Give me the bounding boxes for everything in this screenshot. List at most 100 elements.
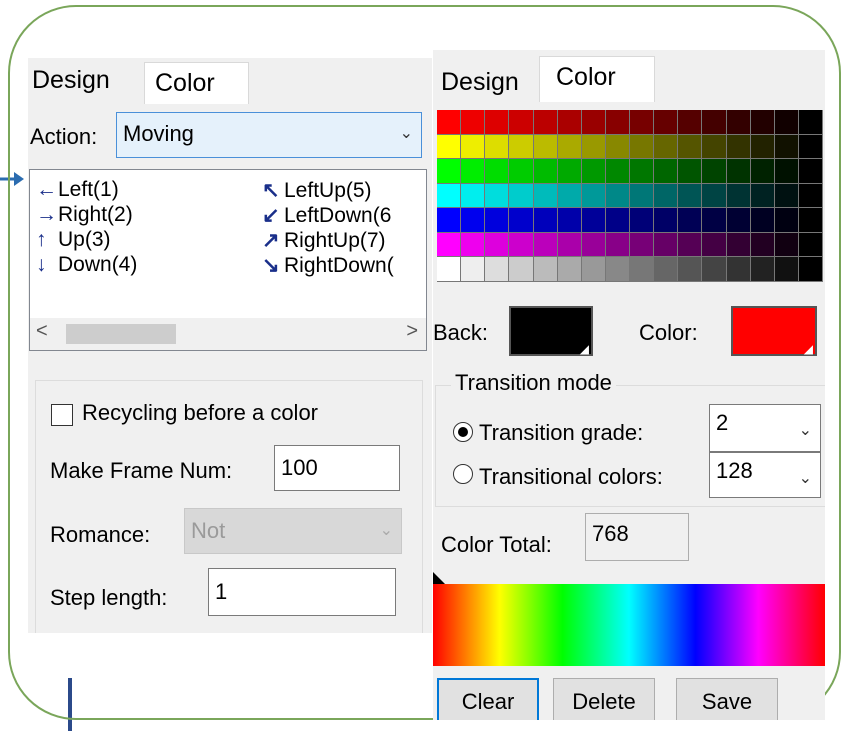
- palette-cell[interactable]: [437, 232, 462, 258]
- step-length-input[interactable]: 1: [208, 568, 396, 616]
- palette-cell[interactable]: [798, 208, 823, 233]
- palette-cell[interactable]: [461, 159, 486, 184]
- palette-cell[interactable]: [581, 110, 606, 135]
- palette-cell[interactable]: [654, 159, 679, 184]
- palette-cell[interactable]: [461, 208, 486, 233]
- list-item-left[interactable]: ←Left(1): [36, 178, 119, 202]
- transitional-colors-select[interactable]: 128 ⌄: [709, 452, 821, 498]
- palette-cell[interactable]: [461, 110, 486, 135]
- palette-cell[interactable]: [605, 110, 630, 135]
- palette-cell[interactable]: [581, 159, 606, 184]
- palette-cell[interactable]: [750, 159, 775, 184]
- palette-cell[interactable]: [581, 232, 606, 258]
- tab-design[interactable]: Design: [28, 58, 144, 104]
- transition-grade-radio[interactable]: [453, 422, 473, 442]
- palette-cell[interactable]: [750, 134, 775, 160]
- palette-cell[interactable]: [581, 183, 606, 209]
- palette-cell[interactable]: [654, 110, 679, 135]
- palette-cell[interactable]: [630, 208, 655, 233]
- action-select[interactable]: Moving ⌄: [116, 112, 422, 158]
- transitional-colors-radio[interactable]: [453, 464, 473, 484]
- palette-cell[interactable]: [702, 183, 727, 209]
- palette-cell[interactable]: [437, 159, 462, 184]
- palette-cell[interactable]: [557, 232, 582, 258]
- list-item-up[interactable]: ↑ Up(3): [36, 228, 111, 252]
- palette-cell[interactable]: [678, 183, 703, 209]
- list-item-leftdown[interactable]: ↙ LeftDown(6: [262, 203, 391, 228]
- color-palette[interactable]: [437, 110, 823, 282]
- palette-cell[interactable]: [581, 208, 606, 233]
- palette-cell[interactable]: [630, 257, 655, 282]
- palette-cell[interactable]: [557, 159, 582, 184]
- palette-cell[interactable]: [533, 159, 558, 184]
- palette-cell[interactable]: [557, 208, 582, 233]
- palette-cell[interactable]: [605, 257, 630, 282]
- palette-cell[interactable]: [605, 159, 630, 184]
- list-item-rightup[interactable]: ↗ RightUp(7): [262, 228, 386, 253]
- palette-cell[interactable]: [557, 134, 582, 160]
- palette-cell[interactable]: [630, 134, 655, 160]
- palette-cell[interactable]: [485, 159, 510, 184]
- palette-cell[interactable]: [798, 159, 823, 184]
- palette-cell[interactable]: [485, 110, 510, 135]
- palette-cell[interactable]: [798, 134, 823, 160]
- palette-cell[interactable]: [485, 134, 510, 160]
- palette-cell[interactable]: [630, 232, 655, 258]
- palette-cell[interactable]: [630, 159, 655, 184]
- palette-cell[interactable]: [509, 232, 534, 258]
- palette-cell[interactable]: [605, 134, 630, 160]
- palette-cell[interactable]: [654, 183, 679, 209]
- save-button[interactable]: Save: [676, 678, 778, 720]
- palette-cell[interactable]: [509, 257, 534, 282]
- palette-cell[interactable]: [702, 208, 727, 233]
- palette-cell[interactable]: [774, 232, 799, 258]
- tab-color[interactable]: Color: [144, 62, 249, 104]
- palette-cell[interactable]: [750, 183, 775, 209]
- palette-cell[interactable]: [509, 183, 534, 209]
- scroll-right-button[interactable]: >: [406, 320, 418, 343]
- palette-cell[interactable]: [533, 110, 558, 135]
- palette-cell[interactable]: [509, 134, 534, 160]
- palette-cell[interactable]: [774, 257, 799, 282]
- palette-cell[interactable]: [485, 232, 510, 258]
- palette-cell[interactable]: [605, 208, 630, 233]
- palette-cell[interactable]: [726, 159, 751, 184]
- palette-cell[interactable]: [798, 110, 823, 135]
- palette-cell[interactable]: [485, 183, 510, 209]
- palette-cell[interactable]: [437, 257, 462, 282]
- palette-cell[interactable]: [702, 159, 727, 184]
- palette-cell[interactable]: [581, 257, 606, 282]
- palette-cell[interactable]: [774, 110, 799, 135]
- palette-cell[interactable]: [750, 257, 775, 282]
- palette-cell[interactable]: [750, 232, 775, 258]
- spectrum-marker-icon[interactable]: [433, 572, 445, 584]
- direction-list[interactable]: ←Left(1) →Right(2) ↑ Up(3) ↓ Down(4) ↖ Left…: [29, 169, 427, 351]
- list-item-right[interactable]: →Right(2): [36, 203, 133, 227]
- palette-cell[interactable]: [678, 208, 703, 233]
- palette-cell[interactable]: [509, 208, 534, 233]
- palette-cell[interactable]: [533, 183, 558, 209]
- palette-cell[interactable]: [774, 134, 799, 160]
- list-item-leftup[interactable]: ↖ LeftUp(5): [262, 178, 372, 203]
- fore-color-swatch[interactable]: ◢: [731, 306, 817, 356]
- palette-cell[interactable]: [509, 110, 534, 135]
- palette-cell[interactable]: [630, 110, 655, 135]
- palette-cell[interactable]: [726, 110, 751, 135]
- palette-cell[interactable]: [798, 183, 823, 209]
- palette-cell[interactable]: [654, 208, 679, 233]
- palette-cell[interactable]: [557, 257, 582, 282]
- palette-cell[interactable]: [557, 110, 582, 135]
- palette-cell[interactable]: [678, 257, 703, 282]
- palette-cell[interactable]: [437, 110, 462, 135]
- palette-cell[interactable]: [437, 134, 462, 160]
- list-item-rightdown[interactable]: ↘ RightDown(: [262, 253, 394, 278]
- palette-cell[interactable]: [726, 208, 751, 233]
- back-color-swatch[interactable]: ◢: [509, 306, 593, 356]
- palette-cell[interactable]: [437, 208, 462, 233]
- palette-cell[interactable]: [533, 208, 558, 233]
- palette-cell[interactable]: [678, 110, 703, 135]
- palette-cell[interactable]: [461, 134, 486, 160]
- palette-cell[interactable]: [581, 134, 606, 160]
- palette-cell[interactable]: [630, 183, 655, 209]
- palette-cell[interactable]: [726, 232, 751, 258]
